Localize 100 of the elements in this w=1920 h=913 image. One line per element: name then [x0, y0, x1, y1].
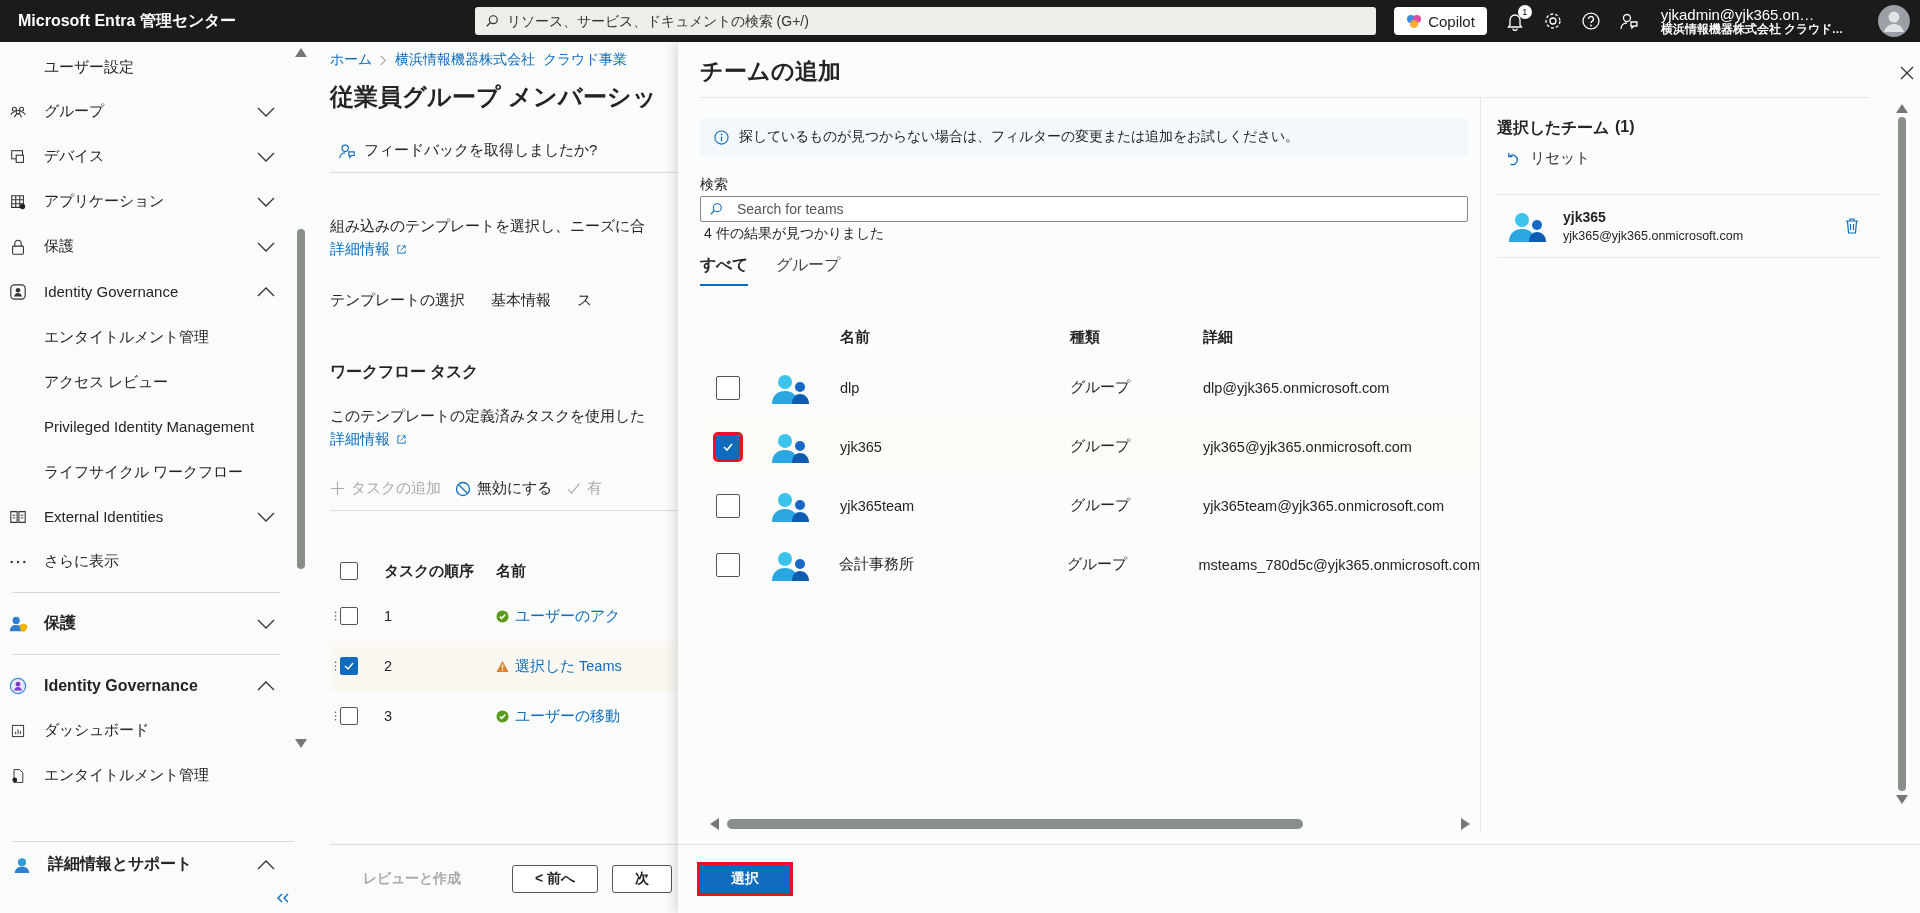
sidebar-item[interactable]: さらに表示 — [0, 539, 294, 584]
breadcrumb-link[interactable]: クラウド事業 — [543, 51, 627, 69]
sidebar-subitem[interactable]: アクセス レビュー — [0, 359, 294, 404]
governance-icon — [9, 676, 27, 695]
description-text: 組み込みのテンプレートを選択し、ニーズに合 — [330, 217, 646, 236]
sidebar-subitem[interactable]: ユーザー設定 — [0, 44, 294, 89]
select-all-checkbox[interactable] — [340, 562, 358, 580]
table-cell-text: dlp — [840, 379, 861, 396]
feedback-link[interactable]: フィードバックを取得しましたか? — [364, 141, 598, 160]
sidebar-item[interactable]: Identity Governance — [0, 269, 294, 314]
row-checkbox[interactable] — [716, 434, 740, 459]
table-cell-text: グループ — [1070, 496, 1132, 515]
reset-button[interactable]: リセット — [1505, 149, 1590, 168]
table-cell-text: 1 — [384, 608, 394, 624]
settings-icon[interactable] — [1542, 11, 1563, 31]
prohibited-icon — [455, 480, 471, 497]
collapse-icon[interactable] — [276, 893, 290, 903]
row-checkbox[interactable] — [340, 707, 358, 725]
external-link-icon — [396, 244, 407, 255]
column-header[interactable]: 名前 — [840, 327, 1070, 347]
table-cell: yjk365@yjk365.onmicrosoft.com — [1203, 438, 1412, 455]
notification-badge: 1 — [1517, 5, 1532, 19]
row-checkbox[interactable] — [340, 657, 358, 675]
filter-tab[interactable]: すべて — [700, 255, 748, 286]
sidebar-subitem[interactable]: Privileged Identity Management — [0, 404, 294, 449]
sidebar-item[interactable]: エンタイトルメント管理 — [0, 753, 294, 798]
previous-button[interactable]: < 前へ — [512, 865, 599, 893]
drag-handle-icon[interactable] — [334, 709, 337, 723]
sidebar-item[interactable]: ダッシュボード — [0, 708, 294, 753]
user-name[interactable]: yjkadmin@yjk365.on… — [1660, 5, 1861, 23]
table-cell-text: yjk365 — [840, 438, 883, 455]
filter-tab[interactable]: グループ — [776, 255, 840, 286]
table-cell-text: 会計事務所 — [838, 555, 915, 574]
learn-more-link[interactable]: 詳細情報 — [330, 240, 390, 259]
sidebar-item[interactable]: デバイス — [0, 134, 294, 179]
select-button[interactable]: 選択 — [700, 865, 790, 893]
page-title: 従業員グループ メンバーシッ — [330, 82, 658, 112]
column-header[interactable]: 詳細 — [1203, 327, 1233, 347]
undo-icon — [1505, 151, 1520, 166]
sidebar-item[interactable]: 保護 — [0, 224, 294, 269]
delete-icon[interactable] — [1845, 218, 1859, 234]
copilot-button[interactable]: Copilot — [1394, 7, 1487, 35]
description-text: このテンプレートの定義済みタスクを使用した — [330, 407, 646, 426]
column-header[interactable]: 種類 — [1070, 327, 1203, 347]
table-cell-text: 3 — [384, 708, 394, 724]
wizard-step-tab[interactable]: ス — [577, 291, 592, 310]
plus-icon — [330, 481, 345, 496]
drag-handle-icon[interactable] — [334, 659, 337, 673]
table-cell: msteams_780d5c@yjk365.onmicrosoft.com — [1198, 556, 1480, 573]
table-cell: yjk365team@yjk365.onmicrosoft.com — [1203, 497, 1445, 514]
sidebar-item[interactable]: アプリケーション — [0, 179, 294, 224]
task-link[interactable]: ユーザーの移動 — [515, 706, 620, 726]
wizard-step-tab[interactable]: 基本情報 — [491, 291, 551, 310]
wizard-step-tab[interactable]: テンプレートの選択 — [330, 291, 465, 310]
help-icon[interactable] — [1580, 11, 1601, 31]
checkmark-icon — [566, 481, 581, 496]
disable-button[interactable]: 無効にする — [455, 479, 552, 498]
search-field[interactable]: リソース、サービス、ドキュメントの検索 (G+/) — [474, 7, 1377, 35]
scrollbar[interactable] — [710, 818, 1470, 830]
table-cell-text: yjk365team — [840, 497, 916, 514]
dashboard-icon — [10, 722, 26, 739]
breadcrumb-link[interactable]: ホーム — [330, 51, 372, 69]
info-text: 探しているものが見つからない場合は、フィルターの変更または追加をお試しください。 — [739, 128, 1299, 146]
table-cell-text: グループ — [1070, 378, 1132, 397]
column-header[interactable]: タスクの順序 — [384, 561, 496, 581]
sidebar-item[interactable]: Identity Governance — [0, 663, 294, 708]
row-checkbox[interactable] — [716, 375, 740, 400]
app-title: Microsoft Entra 管理センター — [18, 10, 237, 31]
next-button[interactable]: 次 — [612, 865, 673, 893]
learn-more-link[interactable]: 詳細情報 — [330, 430, 390, 449]
close-icon[interactable] — [1900, 66, 1914, 80]
sidebar-item[interactable]: グループ — [0, 89, 294, 134]
table-cell: dlp@yjk365.onmicrosoft.com — [1203, 379, 1390, 396]
selected-count: (1) — [1615, 118, 1635, 137]
row-checkbox[interactable] — [716, 493, 740, 518]
bell-icon[interactable] — [1504, 11, 1525, 31]
drag-handle-icon[interactable] — [334, 609, 337, 623]
sidebar-item[interactable]: 保護 — [0, 601, 294, 646]
feedback-icon[interactable] — [1618, 11, 1639, 31]
task-link[interactable]: 選択した Teams — [515, 656, 622, 676]
team-email: yjk365@yjk365.onmicrosoft.com — [1563, 229, 1745, 243]
sidebar-subitem[interactable]: ライフサイクル ワークフロー — [0, 449, 294, 494]
checkmark-icon — [343, 660, 355, 672]
task-link[interactable]: ユーザーのアク — [515, 606, 620, 626]
row-checkbox[interactable] — [716, 552, 740, 577]
avatar-icon[interactable] — [1878, 5, 1910, 37]
table-cell-text: グループ — [1070, 437, 1132, 456]
chevron-icon — [380, 54, 387, 66]
sidebar-subitem[interactable]: エンタイトルメント管理 — [0, 314, 294, 359]
row-checkbox[interactable] — [340, 607, 358, 625]
user-shield-icon — [9, 614, 27, 633]
lock-icon — [9, 237, 27, 256]
user-organization: 横浜情報機器株式会社 クラウド… — [1660, 23, 1845, 37]
column-header[interactable]: 名前 — [496, 561, 526, 581]
table-cell-text: 2 — [384, 658, 394, 674]
search-field[interactable]: Search for teams — [700, 196, 1468, 222]
breadcrumb-link[interactable]: 横浜情報機器株式会社 — [395, 51, 535, 69]
sidebar-item[interactable]: 詳細情報とサポート — [12, 842, 294, 887]
more-icon — [9, 558, 27, 565]
sidebar-item[interactable]: External Identities — [0, 494, 294, 539]
